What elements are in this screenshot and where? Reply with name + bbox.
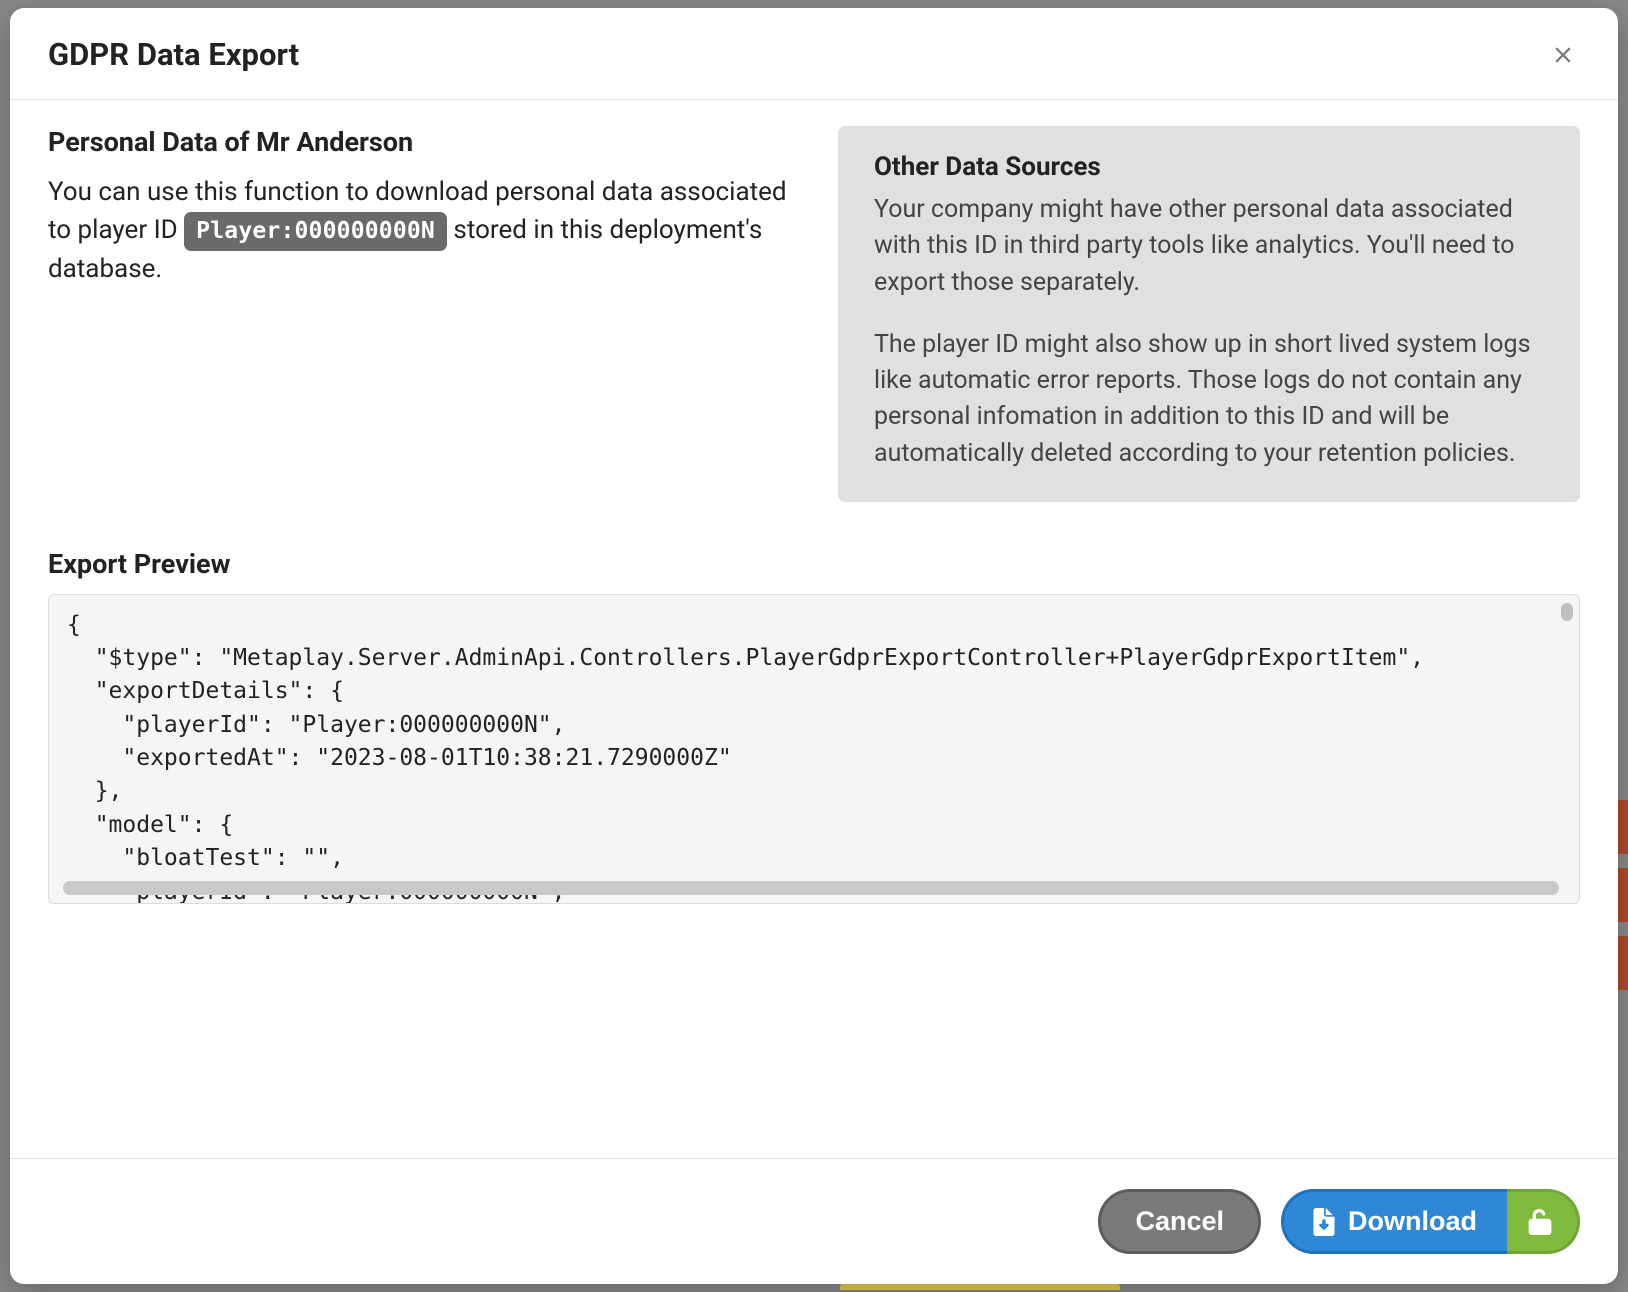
modal-title: GDPR Data Export: [48, 36, 299, 73]
gdpr-export-modal: GDPR Data Export Personal Data of Mr And…: [10, 8, 1618, 1284]
modal-body: Personal Data of Mr Anderson You can use…: [10, 100, 1618, 1158]
close-icon: [1550, 42, 1576, 68]
horizontal-scrollbar[interactable]: [63, 881, 1559, 895]
unlock-button[interactable]: [1507, 1189, 1580, 1254]
cancel-label: Cancel: [1135, 1206, 1224, 1237]
cancel-button[interactable]: Cancel: [1098, 1189, 1261, 1254]
section-title: Personal Data of Mr Anderson: [48, 126, 796, 158]
info-para-2: The player ID might also show up in shor…: [874, 327, 1544, 472]
modal-footer: Cancel Download: [10, 1158, 1618, 1284]
description-text: You can use this function to download pe…: [48, 174, 796, 289]
modal-header: GDPR Data Export: [10, 8, 1618, 100]
download-label: Download: [1348, 1206, 1477, 1237]
export-preview-box[interactable]: { "$type": "Metaplay.Server.AdminApi.Con…: [48, 594, 1580, 904]
download-button[interactable]: Download: [1281, 1189, 1507, 1254]
info-title: Other Data Sources: [874, 152, 1544, 182]
info-box: Other Data Sources Your company might ha…: [838, 126, 1580, 502]
download-button-group: Download: [1281, 1189, 1580, 1254]
file-download-icon: [1312, 1208, 1336, 1236]
close-button[interactable]: [1546, 38, 1580, 72]
preview-title: Export Preview: [48, 548, 1580, 580]
player-id-badge: Player:000000000N: [184, 212, 447, 251]
info-para-1: Your company might have other personal d…: [874, 192, 1544, 301]
vertical-scrollbar[interactable]: [1561, 603, 1573, 621]
preview-text: { "$type": "Metaplay.Server.AdminApi.Con…: [67, 612, 1424, 904]
unlock-icon: [1527, 1209, 1553, 1235]
